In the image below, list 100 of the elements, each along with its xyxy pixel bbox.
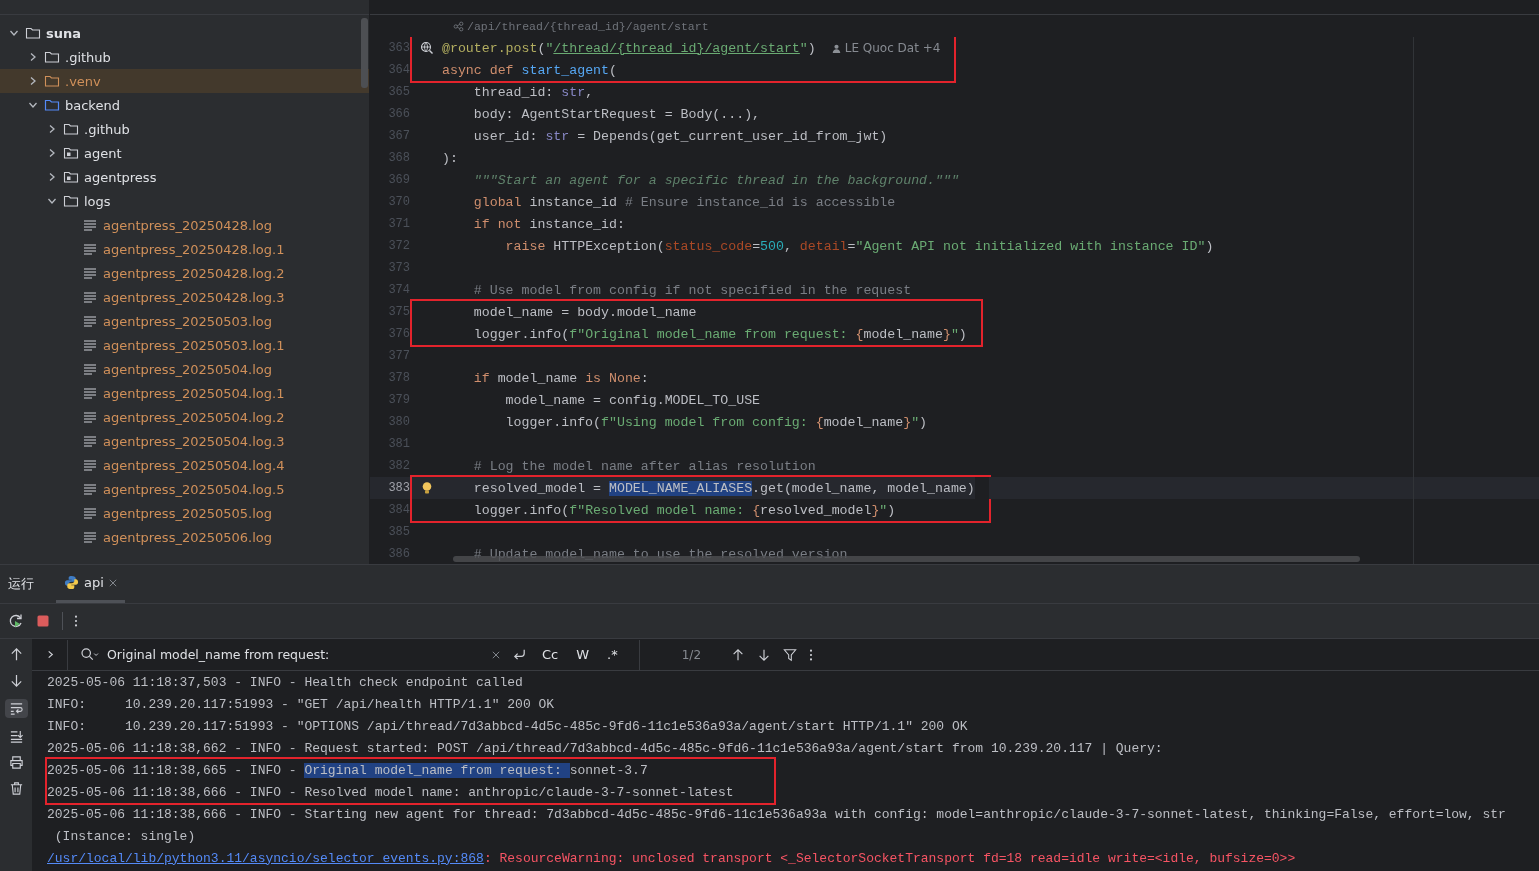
tree-item-label: agentpress_20250506.log (103, 529, 273, 545)
text-file-icon (82, 217, 98, 233)
line-number: 383 (388, 481, 410, 495)
tree-item[interactable]: agentpress_20250504.log.2 (0, 405, 369, 429)
search-option[interactable]: .* (604, 646, 621, 663)
chevron-icon[interactable] (9, 28, 19, 38)
folder-icon (44, 97, 60, 113)
tree-item[interactable]: agentpress_20250505.log (0, 501, 369, 525)
folder-icon (44, 73, 60, 89)
folder-icon (25, 25, 41, 41)
code-line: ): (442, 150, 458, 166)
tree-item[interactable]: agentpress_20250504.log.4 (0, 453, 369, 477)
tree-item-label: agentpress_20250505.log (103, 505, 273, 521)
console-line: 2025-05-06 11:18:38,662 - INFO - Request started: POST /api/thread/7d3abbcd-4d5c-485c-9fd6-11c1e536a93a/agent/start from 10.239.20.117 | Query: (47, 740, 1163, 756)
chevron-icon[interactable] (28, 76, 38, 86)
package-folder-icon (63, 169, 79, 185)
search-option[interactable]: W (573, 646, 593, 663)
tree-item-label: .github (65, 49, 111, 65)
text-file-icon (82, 409, 98, 425)
tree-item[interactable]: agentpress_20250504.log (0, 357, 369, 381)
tree-item[interactable]: .github (0, 45, 369, 69)
tree-item[interactable]: .venv (0, 69, 369, 93)
tree-item-label: agent (84, 145, 122, 161)
wrap-icon (8, 701, 24, 716)
more-icon[interactable] (74, 614, 78, 628)
chevron-icon[interactable] (46, 650, 55, 659)
tree-item[interactable]: agentpress_20250428.log.1 (0, 237, 369, 261)
tree-item[interactable]: agentpress_20250428.log (0, 213, 369, 237)
console-line: INFO: 10.239.20.117:51993 - "OPTIONS /api/thread/7d3abbcd-4d5c-485c-9fd6-11c1e536a93a/agent/start HTTP/1.1" 200 OK (47, 718, 968, 734)
code-line: raise HTTPException(status_code=500, detail="Agent API not initialized with instance ID") (504, 238, 1214, 254)
stop-icon[interactable] (35, 613, 51, 629)
filter-icon[interactable] (783, 647, 798, 662)
text-file-icon (82, 385, 98, 401)
package-folder-icon (63, 145, 79, 161)
tree-item[interactable]: backend (0, 93, 369, 117)
tree-item[interactable]: logs (0, 189, 369, 213)
python-icon (64, 575, 79, 590)
code-line: logger.info(f"Resolved model name: {resolved_model}") (472, 502, 896, 518)
chevron-icon[interactable] (47, 124, 57, 134)
chevron-icon[interactable] (28, 52, 38, 62)
console-line: 2025-05-06 11:18:38,666 - INFO - Starting new agent for thread: 7d3abbcd-4d5c-485c-9fd6-11c1e536a93a with config: model=anthropic/claude-3-7-sonnet-latest, thinking=False, effort=low, str (47, 806, 1506, 822)
code-line: logger.info(f"Using model from config: {model_name}") (504, 414, 928, 430)
endpoint-icon[interactable] (420, 41, 434, 55)
chevron-icon[interactable] (28, 100, 38, 110)
newline-icon[interactable] (512, 647, 527, 662)
tree-item-label: agentpress_20250503.log (103, 313, 273, 329)
tree-item[interactable]: agentpress_20250428.log.3 (0, 285, 369, 309)
print-icon[interactable] (8, 755, 24, 770)
chevron-icon[interactable] (47, 196, 57, 206)
search-icon (80, 647, 99, 662)
code-line: global instance_id # Ensure instance_id is accessible (472, 194, 896, 210)
soft-wrap-button[interactable] (4, 699, 28, 718)
tree-item[interactable]: agent (0, 141, 369, 165)
tree-item-label: agentpress (84, 169, 157, 185)
tree-item-label: logs (84, 193, 111, 209)
run-tab[interactable]: api (56, 565, 125, 603)
close-icon[interactable] (108, 578, 117, 587)
chevron-icon[interactable] (47, 172, 57, 182)
tree-item[interactable]: agentpress_20250504.log.3 (0, 429, 369, 453)
tree-item[interactable]: agentpress_20250503.log (0, 309, 369, 333)
text-file-icon (82, 505, 98, 521)
tree-item[interactable]: .github (0, 117, 369, 141)
tree-item[interactable]: agentpress_20250503.log.1 (0, 333, 369, 357)
scrollbar[interactable] (361, 18, 368, 88)
trash-icon[interactable] (8, 781, 24, 796)
tree-item[interactable]: agentpress_20250504.log.5 (0, 477, 369, 501)
lightbulb-icon[interactable] (420, 481, 434, 495)
more-icon[interactable] (809, 647, 814, 662)
text-file-icon (82, 241, 98, 257)
search-field[interactable]: Original model_name from request: (80, 647, 480, 662)
tree-item[interactable]: agentpress_20250504.log.1 (0, 381, 369, 405)
tree-item-label: agentpress_20250428.log (103, 217, 273, 233)
chevron-icon[interactable] (47, 148, 57, 158)
panel-title: 运行 (8, 575, 34, 593)
tree-item-label: agentpress_20250504.log.2 (103, 409, 285, 425)
tree-item-label: agentpress_20250504.log.5 (103, 481, 285, 497)
tree-item-label: agentpress_20250504.log.3 (103, 433, 285, 449)
code-line: # Log the model name after alias resolution (472, 458, 816, 474)
tree-item[interactable]: agentpress_20250428.log.2 (0, 261, 369, 285)
code-line: body: AgentStartRequest = Body(...), (472, 106, 761, 122)
search-option[interactable]: Cc (539, 646, 562, 663)
tree-item[interactable]: agentpress (0, 165, 369, 189)
text-file-icon (82, 481, 98, 497)
author-hint[interactable]: LE Quoc Dat +4 (831, 41, 941, 55)
tree-item[interactable]: suna (0, 21, 369, 45)
tree-item-label: agentpress_20250428.log.3 (103, 289, 285, 305)
rerun-icon[interactable] (8, 613, 24, 629)
match-count: 1/2 (681, 647, 702, 662)
up-arrow-icon[interactable] (731, 647, 746, 662)
down-arrow-icon[interactable] (757, 647, 772, 662)
tree-item-label: .venv (65, 73, 101, 89)
code-line: if model_name is None: (472, 370, 649, 386)
tree-item-label: suna (46, 25, 82, 41)
tree-item-label: agentpress_20250428.log.2 (103, 265, 285, 281)
tree-item[interactable]: agentpress_20250506.log (0, 525, 369, 549)
folder-icon (44, 49, 60, 65)
tree-item-label: agentpress_20250504.log.1 (103, 385, 285, 401)
scroll-to-end-icon[interactable] (8, 729, 24, 744)
code-line: model_name = config.MODEL_TO_USE (504, 392, 761, 408)
clear-icon[interactable] (492, 650, 500, 659)
